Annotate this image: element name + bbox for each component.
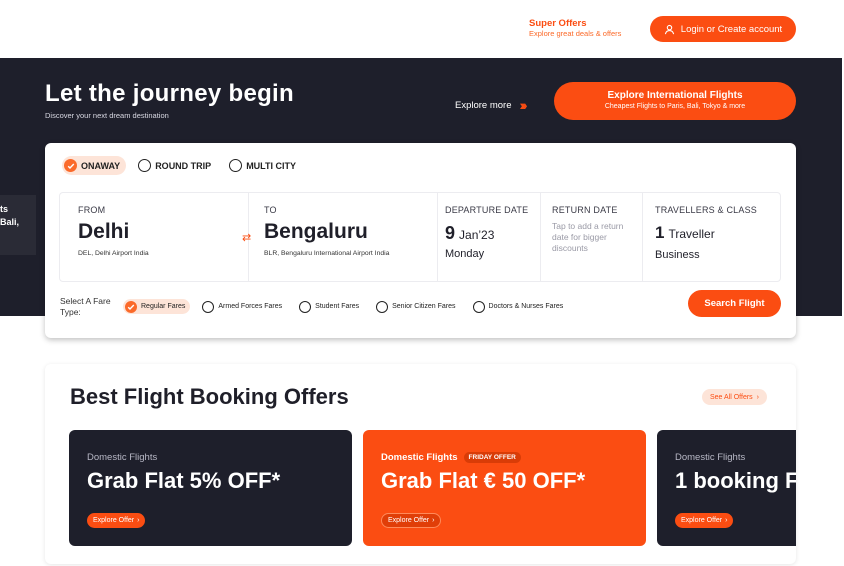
departure-date-field[interactable]: DEPARTURE DATE 9 Jan’23 Monday [438,193,541,281]
intl-title: Explore International Flights [607,90,743,101]
offer-card[interactable]: Domestic Flights 1 booking FREE Explore … [657,430,796,546]
chevron-right-icon: › [137,517,140,524]
chevron-right-icon: › [432,517,435,524]
swap-icon[interactable]: ⇄ [242,231,251,244]
to-airport: BLR, Bengaluru International Airport Ind… [264,250,390,257]
travel-class: Business [655,249,700,261]
departure-label: DEPARTURE DATE [445,205,529,215]
login-button[interactable]: Login or Create account [650,16,796,42]
travellers-class-field[interactable]: TRAVELLERS & CLASS 1 Traveller Business [643,193,780,281]
fare-regular[interactable]: Regular Fares [123,299,191,314]
intl-subtitle: Cheapest Flights to Paris, Bali, Tokyo &… [604,103,746,110]
side-tip-line2: Bali, [0,217,20,227]
radio-icon [202,300,215,313]
search-flight-button[interactable]: Search Flight [688,290,781,317]
fare-label: Student Fares [315,303,360,310]
hero-title: Let the journey begin [45,80,294,107]
offer-headline: Grab Flat 5% OFF* [87,468,281,493]
radio-icon [299,300,312,313]
radio-icon [376,300,389,313]
login-label: Login or Create account [680,23,783,35]
explore-international-button[interactable]: Explore International Flights Cheapest F… [554,82,796,120]
see-all-label: See All Offers [710,393,753,401]
offer-card[interactable]: Domestic Flights Grab Flat 5% OFF* Explo… [69,430,352,546]
radio-icon [138,159,152,172]
departure-month: Jan’23 [459,228,495,242]
hero-subtitle: Discover your next dream destination [45,111,169,120]
super-offers-title: Super Offers [529,18,587,29]
radio-checked-icon [64,159,77,172]
offer-card[interactable]: Domestic Flights FRIDAY OFFER Grab Flat … [363,430,646,546]
explore-more-link[interactable]: Explore more ››› [455,97,528,113]
explore-offer-button[interactable]: Explore Offer › [381,513,442,528]
radio-checked-icon [125,300,137,313]
from-field[interactable]: FROM Delhi DEL, Delhi Airport India [60,193,249,281]
top-bar: Super Offers Explore great deals & offer… [0,0,844,58]
see-all-offers-button[interactable]: See All Offers › [702,389,768,405]
trip-type-selector: ONAWAY ROUND TRIP MULTI CITY [62,156,302,175]
traveller-count: 1 [655,223,665,242]
user-icon [664,24,674,34]
super-offers-link[interactable]: Super Offers Explore great deals & offer… [529,18,621,39]
fare-label: Regular Fares [141,303,186,310]
offer-cards: Domestic Flights Grab Flat 5% OFF* Explo… [69,430,796,546]
from-city: Delhi [78,220,130,243]
trip-type-label: MULTI CITY [246,160,297,171]
to-city: Bengaluru [264,220,368,243]
explore-offer-label: Explore Offer [93,517,135,524]
search-fields: FROM Delhi DEL, Delhi Airport India ⇄ TO… [59,192,781,282]
fare-label: Armed Forces Fares [218,303,283,310]
flight-search-card: ONAWAY ROUND TRIP MULTI CITY FROM Delhi … [45,143,796,338]
return-hint: Tap to add a return date for bigger disc… [552,221,624,253]
to-field[interactable]: ⇄ TO Bengaluru BLR, Bengaluru Internatio… [242,193,438,281]
explore-offer-label: Explore Offer [681,517,723,524]
fare-doctors-nurses[interactable]: Doctors & Nurses Fares [471,299,569,314]
trip-type-round[interactable]: ROUND TRIP [136,156,217,175]
fare-type-label: Select A Fare Type: [60,296,111,317]
offers-title: Best Flight Booking Offers [70,384,349,409]
fare-type-selector: Regular Fares Armed Forces Fares Student… [123,299,568,314]
explore-offer-label: Explore Offer [388,517,430,524]
explore-offer-button[interactable]: Explore Offer › [87,513,146,528]
offer-headline: 1 booking FREE [675,468,796,493]
traveller-word: Traveller [668,227,715,241]
departure-weekday: Monday [445,248,485,260]
offer-category: Domestic Flights [381,452,458,463]
offer-tag-badge: FRIDAY OFFER [463,452,521,463]
trip-type-label: ONAWAY [81,160,121,171]
fare-student[interactable]: Student Fares [297,299,364,314]
from-label: FROM [78,205,106,215]
page: Super Offers Explore great deals & offer… [0,0,844,566]
side-tooltip: ts Bali, [0,195,36,255]
double-chevron-icon: ››› [519,97,528,113]
super-offers-subtitle: Explore great deals & offers [529,29,622,38]
radio-icon [229,159,243,172]
chevron-right-icon: › [756,393,760,401]
radio-icon [472,300,485,313]
travellers-label: TRAVELLERS & CLASS [655,205,757,215]
explore-offer-button[interactable]: Explore Offer › [675,513,734,528]
offer-headline: Grab Flat € 50 OFF* [381,468,586,493]
offers-section: Best Flight Booking Offers See All Offer… [45,364,796,564]
to-label: TO [264,205,277,215]
fare-senior-citizen[interactable]: Senior Citizen Fares [374,299,460,314]
return-date-field[interactable]: RETURN DATE Tap to add a return date for… [541,193,643,281]
from-airport: DEL, Delhi Airport India [78,250,149,257]
fare-label: Doctors & Nurses Fares [488,303,564,310]
trip-type-oneway[interactable]: ONAWAY [62,156,127,175]
fare-armed-forces[interactable]: Armed Forces Fares [200,299,287,314]
fare-label: Senior Citizen Fares [392,303,456,310]
explore-more-label: Explore more [455,99,512,111]
offer-category: Domestic Flights [675,452,746,463]
offer-category: Domestic Flights [87,452,158,463]
chevron-right-icon: › [725,517,728,524]
trip-type-label: ROUND TRIP [155,160,212,171]
side-tip-line1: ts [0,204,9,214]
return-label: RETURN DATE [552,205,618,215]
departure-day: 9 [445,223,456,243]
trip-type-multi[interactable]: MULTI CITY [227,156,302,175]
